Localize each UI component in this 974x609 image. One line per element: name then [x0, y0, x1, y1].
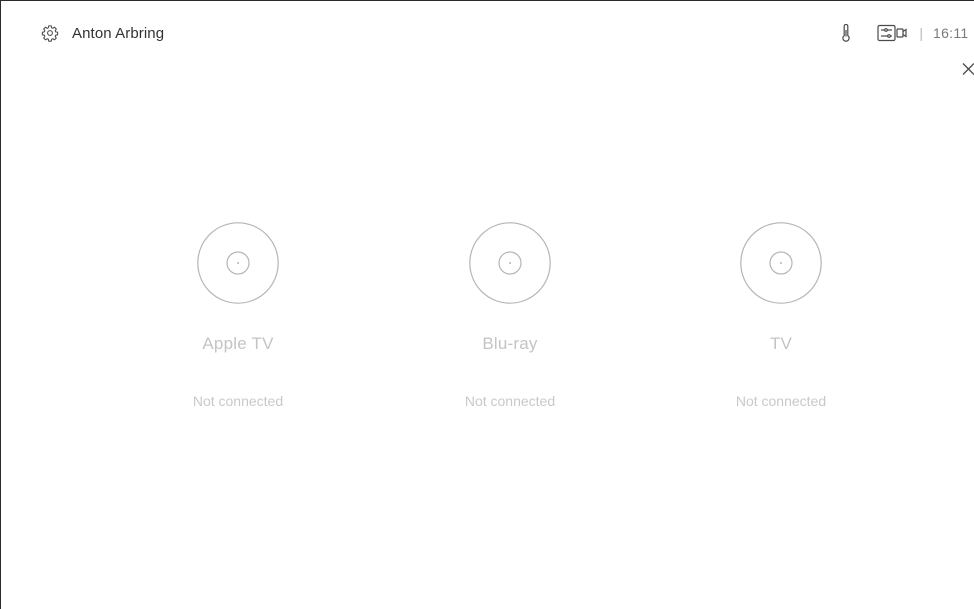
device-status: Not connected	[735, 393, 827, 409]
device-status: Not connected	[192, 393, 284, 409]
device-blu-ray[interactable]: Blu-ray Not connected	[410, 222, 610, 409]
device-name: TV	[769, 334, 793, 353]
disc-icon[interactable]	[197, 222, 279, 304]
disc-icon[interactable]	[740, 222, 822, 304]
device-status: Not connected	[464, 393, 556, 409]
device-apple-tv[interactable]: Apple TV Not connected	[138, 222, 338, 409]
screen: Anton Arbring | 16:11 Apple TV Not conne…	[0, 0, 974, 609]
device-tv[interactable]: TV Not connected	[681, 222, 881, 409]
disc-icon[interactable]	[469, 222, 551, 304]
device-list: Apple TV Not connected Blu-ray Not conne…	[1, 1, 974, 609]
device-name: Blu-ray	[482, 334, 538, 353]
device-name: Apple TV	[202, 334, 274, 353]
